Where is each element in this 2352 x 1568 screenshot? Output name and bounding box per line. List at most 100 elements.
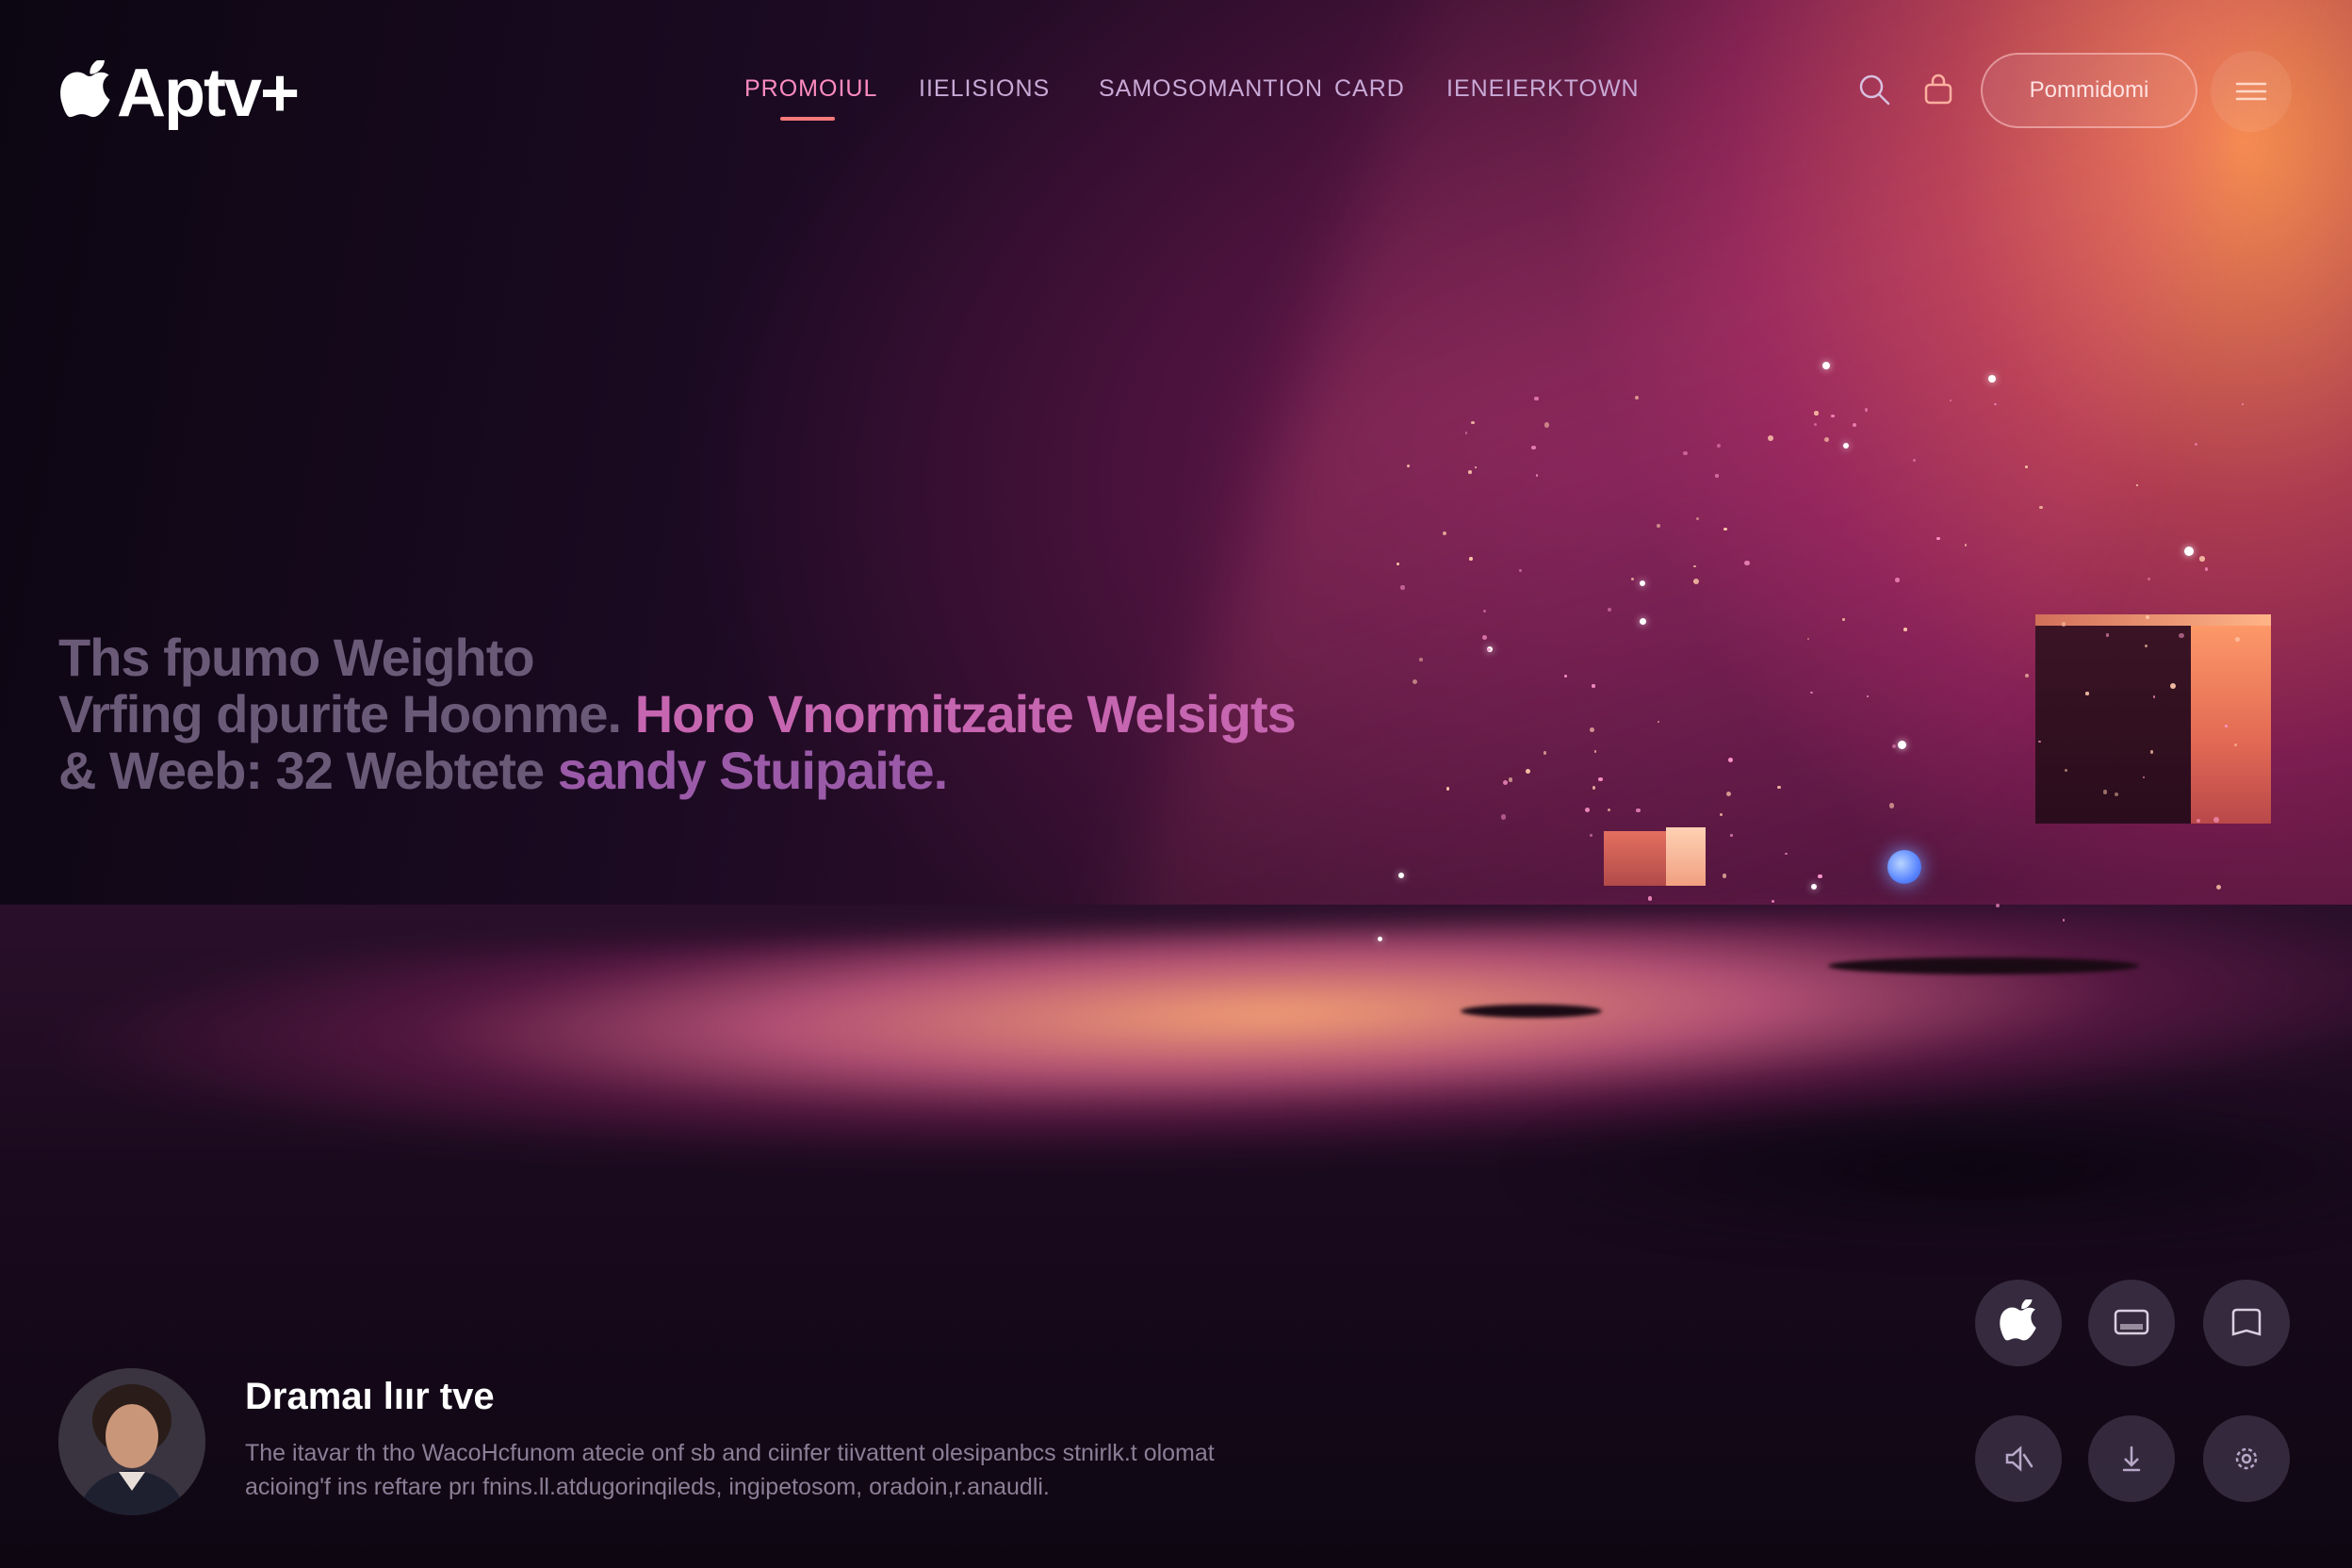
floating-cube-large <box>2035 614 2271 824</box>
floor-shadow <box>1508 1093 2352 1244</box>
headline-line-3: & Weeb: 32 Webtete sandy Stuipaite. <box>58 743 1378 799</box>
avatar[interactable] <box>58 1368 205 1515</box>
floor-slot <box>1828 957 2139 974</box>
particle <box>1813 423 1817 427</box>
search-icon <box>1859 74 1890 106</box>
particle <box>1378 937 1382 941</box>
particle <box>1593 750 1597 753</box>
particle <box>1692 579 1699 585</box>
particle <box>2224 724 2228 727</box>
search-button[interactable] <box>1853 68 1896 111</box>
particle <box>1647 896 1653 901</box>
hero-headline: Ths fpumo Weightо Vrfing dpurite Hoonme.… <box>58 629 1378 799</box>
particle <box>1842 618 1845 621</box>
particle <box>2152 695 2156 698</box>
brand-name: Aptv+ <box>117 56 300 131</box>
particle <box>1471 420 1475 425</box>
particle <box>2204 566 2209 571</box>
particle <box>1682 450 1688 456</box>
headline-line-1: Ths fpumo Weightо <box>58 628 535 687</box>
particle <box>1607 608 1611 612</box>
particle <box>1508 777 1512 782</box>
particle <box>1398 873 1404 878</box>
menu-button[interactable] <box>2211 51 2292 132</box>
particle <box>1830 414 1835 418</box>
nav-active-indicator <box>780 117 835 121</box>
particle <box>2194 443 2198 447</box>
bag-icon <box>1924 74 1952 105</box>
particle <box>1608 808 1611 811</box>
particle <box>2179 632 2184 639</box>
headline-line-2-highlight: Horo Vnormitzaite Welsigts <box>634 684 1297 743</box>
particle <box>1657 523 1661 528</box>
particle <box>2039 505 2043 510</box>
particle <box>1912 458 1916 462</box>
particle <box>1592 684 1595 688</box>
download-button[interactable] <box>2088 1415 2175 1502</box>
tablet-icon <box>2231 1308 2262 1336</box>
tablet-button[interactable] <box>2203 1280 2290 1366</box>
particle <box>1811 884 1817 890</box>
particle <box>1598 776 1603 782</box>
particle <box>1723 527 1727 531</box>
headline-line-2: Vrfing dpurite Hoonme. Horo Vnormitzaite… <box>58 686 1378 743</box>
particle <box>1895 578 1900 582</box>
apple-icon <box>2000 1299 2036 1341</box>
particle <box>2148 577 2151 580</box>
primary-cta-button[interactable]: Pommidomi <box>1981 53 2197 128</box>
nav-item-ieneierktown[interactable]: IENEIERKTOWN <box>1446 75 1640 103</box>
download-icon <box>2122 1446 2141 1472</box>
floating-cube-small <box>1604 827 1706 886</box>
particle <box>2234 743 2238 746</box>
glowing-orb <box>1887 850 1921 884</box>
nav-item-promoiul[interactable]: PROMOIUL <box>744 75 877 103</box>
particle <box>1419 658 1423 662</box>
particle <box>1396 562 1399 566</box>
particle <box>1635 808 1641 813</box>
particle <box>2144 644 2148 647</box>
particle <box>2135 483 2138 486</box>
particle <box>1744 560 1750 566</box>
particle <box>1822 362 1830 369</box>
particle <box>2241 402 2244 405</box>
particle <box>1443 531 1447 535</box>
feature-description: The itavar th tho WacoHcfunom atecie onf… <box>245 1436 1357 1504</box>
particle <box>2038 740 2041 743</box>
tv-screen-button[interactable] <box>2088 1280 2175 1366</box>
headline-line-3-highlight: sandy Stuipaite. <box>557 741 948 800</box>
particle <box>1898 741 1906 749</box>
particle <box>1483 609 1487 612</box>
particle <box>1526 768 1530 774</box>
particle <box>1481 634 1487 640</box>
nav-item-ielisions[interactable]: IIELISIONS <box>919 75 1050 103</box>
particle <box>2085 692 2089 695</box>
particle <box>2114 792 2118 796</box>
particle <box>2024 465 2028 468</box>
particle <box>2184 547 2194 556</box>
apple-button[interactable] <box>1975 1280 2062 1366</box>
particle <box>1585 807 1591 812</box>
particle <box>2149 750 2154 754</box>
headline-line-2-start: Vrfing dpurite Hoonme. <box>58 684 622 743</box>
particle <box>1903 628 1907 631</box>
mute-button[interactable] <box>1975 1415 2062 1502</box>
particle <box>1888 802 1895 808</box>
bag-button[interactable] <box>1917 68 1960 111</box>
particle <box>1534 396 1539 400</box>
settings-icon <box>2235 1447 2258 1470</box>
particle <box>1519 569 1522 572</box>
settings-button[interactable] <box>2203 1415 2290 1502</box>
feature-title: Dramaı lıır tve <box>245 1376 495 1417</box>
particle <box>1729 833 1733 837</box>
nav-item-samosomantion[interactable]: SAMOSOMANTION <box>1099 75 1323 103</box>
particle <box>1843 443 1849 449</box>
feature-description-line-2: acioing'f ins reftare prı fnins.ll.atdug… <box>245 1474 1050 1500</box>
brand-logo[interactable]: Aptv+ <box>58 55 300 132</box>
person-portrait-icon <box>58 1368 205 1515</box>
particle <box>1777 785 1781 790</box>
particle <box>1814 411 1819 416</box>
nav-item-card[interactable]: CARD <box>1334 75 1405 103</box>
particle <box>1717 443 1722 448</box>
particle <box>1500 814 1507 820</box>
feature-description-line-1: The itavar th tho WacoHcfunom atecie onf… <box>245 1440 1215 1466</box>
